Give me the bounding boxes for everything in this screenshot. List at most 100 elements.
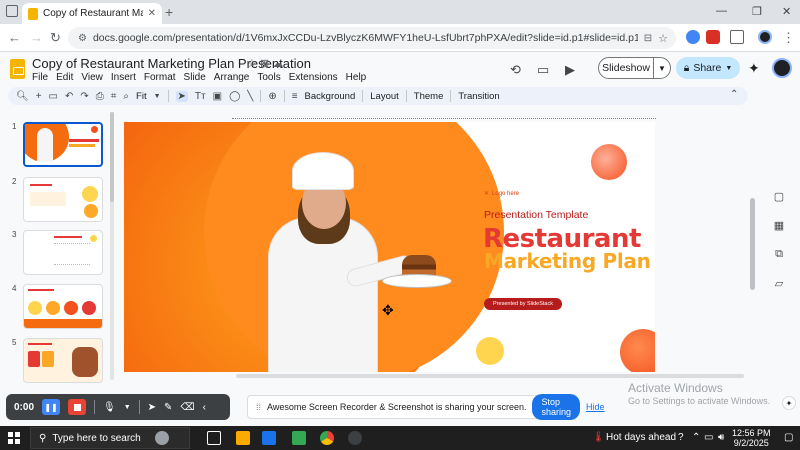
extensions-puzzle-icon[interactable] [730, 30, 744, 44]
align-icon[interactable]: ≡ [292, 91, 298, 102]
share-dropdown-icon[interactable]: ▼ [725, 65, 732, 72]
canvas-vertical-scrollbar[interactable] [750, 198, 755, 290]
keep-icon[interactable]: ▢ [774, 190, 784, 203]
decor-circle-yellow[interactable] [476, 337, 504, 365]
tab-close-icon[interactable]: ✕ [148, 8, 156, 19]
back-icon[interactable]: ← [8, 30, 21, 45]
star-icon[interactable]: ☆ [247, 58, 257, 70]
share-button[interactable]: 🔒︎ Share ▼ [676, 57, 740, 79]
slides-logo-icon[interactable] [10, 59, 25, 79]
collapse-toolbar-icon[interactable]: ⌃ [730, 89, 738, 100]
paint-format-icon[interactable]: ⌗ [111, 91, 117, 102]
slide-thumbnail-5[interactable] [23, 338, 103, 383]
menu-insert[interactable]: Insert [111, 72, 136, 83]
meet-camera-icon[interactable]: ▶ [565, 62, 575, 78]
line-icon[interactable]: ╲ [247, 91, 253, 102]
menu-arrange[interactable]: Arrange [214, 72, 250, 83]
transition-button[interactable]: Transition [458, 91, 499, 102]
theme-button[interactable]: Theme [414, 91, 444, 102]
site-info-icon[interactable]: ⚙ [78, 33, 87, 44]
zoom-dropdown-icon[interactable]: ▼ [154, 93, 161, 100]
media-app-icon[interactable] [262, 431, 276, 445]
redo-icon[interactable]: ↷ [80, 91, 88, 102]
tab-search-icon[interactable] [6, 5, 18, 17]
decor-circle-top[interactable] [591, 144, 627, 180]
pause-button[interactable]: ❚❚ [42, 399, 61, 415]
menu-edit[interactable]: Edit [56, 72, 73, 83]
gemini-icon[interactable]: ✦ [748, 60, 760, 77]
comment-add-icon[interactable]: ⊕ [268, 91, 276, 102]
eraser-tool-icon[interactable]: ⌫ [180, 402, 194, 413]
menu-format[interactable]: Format [144, 72, 176, 83]
show-hidden-icon[interactable]: ⌃ [692, 432, 700, 443]
chrome-active-taskbar-icon[interactable] [348, 431, 362, 445]
calendar-icon[interactable]: ▦ [774, 219, 784, 232]
taskbar-clock[interactable]: 12:56 PM 9/2/2025 [732, 428, 771, 448]
chrome-menu-icon[interactable]: ⋮ [782, 30, 795, 46]
image-icon[interactable]: ▣ [213, 91, 222, 102]
pen-tool-icon[interactable]: ✎ [164, 402, 172, 413]
new-tab-button[interactable]: + [165, 4, 173, 20]
drag-handle-icon[interactable]: ⁞⁞ [256, 402, 261, 412]
search-menus-icon[interactable]: 🔍︎ [16, 91, 29, 102]
text-box-icon[interactable]: Tт [195, 91, 206, 102]
shape-icon[interactable]: ◯ [229, 91, 240, 102]
maximize-button[interactable]: ❐ [752, 5, 762, 18]
slide-subtitle[interactable]: Presentation Template [484, 209, 588, 221]
presented-by-badge[interactable]: Presented by SlideStack [484, 298, 562, 310]
background-button[interactable]: Background [305, 91, 356, 102]
account-avatar[interactable] [772, 58, 792, 78]
close-window-button[interactable]: ✕ [782, 5, 791, 18]
weather-widget-icon[interactable] [155, 431, 169, 445]
mute-mic-icon[interactable]: 🎙︎ [103, 402, 116, 413]
new-slide-icon[interactable]: + [36, 91, 42, 102]
network-icon[interactable]: ▭ [704, 432, 713, 443]
version-history-icon[interactable]: ⟲ [510, 62, 521, 78]
profile-avatar[interactable] [758, 30, 772, 44]
new-slide-dropdown-icon[interactable]: ▭ [49, 91, 58, 102]
drive-icon[interactable]: ▱ [775, 277, 783, 290]
task-view-icon[interactable] [207, 431, 221, 445]
notifications-icon[interactable]: ▢ [784, 432, 793, 443]
recorder-extension-icon[interactable] [706, 30, 720, 44]
logo-placeholder[interactable]: ✕ Logo here [484, 190, 519, 198]
move-folder-icon[interactable]: ⊞ [260, 58, 269, 70]
zoom-select[interactable]: Fit [136, 91, 147, 102]
layout-button[interactable]: Layout [370, 91, 399, 102]
hide-link[interactable]: Hide [586, 402, 605, 412]
decor-circle-orange[interactable] [620, 329, 655, 372]
filmstrip-scrollbar[interactable] [110, 112, 114, 380]
menu-view[interactable]: View [81, 72, 103, 83]
stop-sharing-button[interactable]: Stop sharing [532, 394, 581, 420]
print-icon[interactable]: ⎙ [96, 91, 104, 102]
comments-icon[interactable]: ▭ [537, 62, 549, 78]
browser-tab-active[interactable]: Copy of Restaurant Marketing P ✕ [22, 3, 162, 24]
slide-title-line2[interactable]: Marketing Plan [484, 249, 651, 273]
reload-icon[interactable]: ↻ [50, 30, 61, 46]
cast-icon[interactable]: ⊟ [644, 33, 652, 44]
canvas-horizontal-scrollbar[interactable] [236, 374, 744, 378]
windows-start-icon[interactable] [8, 432, 20, 444]
slideshow-button[interactable]: Slideshow [598, 57, 654, 79]
menu-file[interactable]: File [32, 72, 48, 83]
zoom-icon[interactable]: ⌕ [123, 91, 129, 102]
help-icon[interactable]: ? [678, 432, 684, 443]
slide-canvas[interactable]: ✕ Logo here Presentation Template Restau… [124, 122, 655, 372]
stop-recording-button[interactable] [68, 399, 87, 415]
chrome-taskbar-icon[interactable] [320, 431, 334, 445]
cloud-status-icon[interactable]: ☁ [272, 58, 283, 70]
explore-icon[interactable]: ✦ [782, 396, 796, 410]
photos-app-icon[interactable] [292, 431, 306, 445]
volume-icon[interactable]: 🔊︎ [718, 432, 724, 443]
menu-tools[interactable]: Tools [257, 72, 280, 83]
menu-slide[interactable]: Slide [184, 72, 206, 83]
slide-thumbnail-4[interactable] [23, 284, 103, 329]
extension-icon[interactable] [686, 30, 700, 44]
minimize-button[interactable]: — [716, 5, 727, 17]
slide-thumbnail-2[interactable] [23, 177, 103, 222]
slide-thumbnail-1[interactable] [23, 122, 103, 167]
slide-thumbnail-3[interactable] [23, 230, 103, 275]
file-explorer-icon[interactable] [236, 431, 250, 445]
weather-text[interactable]: Hot days ahead [606, 432, 676, 443]
collapse-recorder-icon[interactable]: ‹ [203, 402, 206, 413]
